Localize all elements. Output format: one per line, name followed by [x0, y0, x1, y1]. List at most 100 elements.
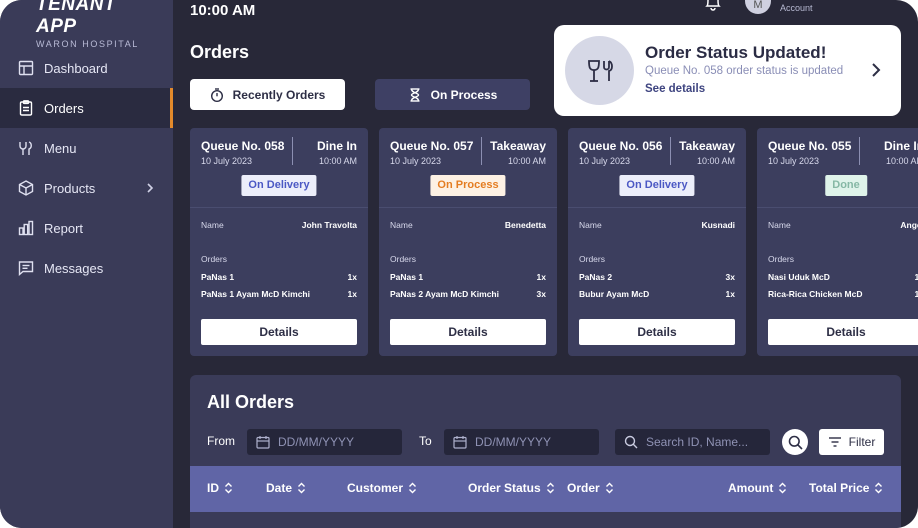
item-name: PaNas 1: [390, 272, 424, 282]
sidebar-item-dashboard[interactable]: Dashboard: [0, 48, 173, 88]
search-input[interactable]: Search ID, Name...: [615, 429, 770, 455]
tab-label: On Process: [430, 87, 498, 102]
order-item: PaNas 1 1x: [201, 272, 357, 284]
name-label: Name: [201, 220, 224, 230]
search-icon: [788, 435, 803, 450]
card-separator: [757, 207, 918, 208]
status-badge: On Process: [430, 175, 506, 196]
queue-number: Queue No. 056: [579, 139, 663, 153]
messages-icon: [18, 260, 34, 276]
see-details-link[interactable]: See details: [645, 83, 705, 95]
orders-label: Orders: [768, 254, 794, 264]
orders-icon: [18, 100, 34, 116]
sidebar-item-products[interactable]: Products: [0, 168, 173, 208]
order-item: PaNas 2 3x: [579, 272, 735, 284]
column-label: Amount: [728, 481, 774, 495]
order-item: PaNas 2 Ayam McD Kimchi 3x: [390, 289, 546, 301]
menu-icon: [18, 140, 34, 156]
dashboard-icon: [18, 60, 34, 76]
item-name: PaNas 1 Ayam McD Kimchi: [201, 289, 310, 299]
order-item: PaNas 1 1x: [390, 272, 546, 284]
orders-label: Orders: [579, 254, 605, 264]
chevron-right-icon[interactable]: [870, 62, 882, 78]
card-divider: [481, 137, 482, 165]
avatar[interactable]: M: [745, 0, 771, 14]
status-badge: Done: [825, 175, 867, 196]
sidebar-item-label: Products: [44, 180, 96, 196]
customer-name: Kusnadi: [701, 220, 735, 230]
column-header-customer[interactable]: Customer: [347, 481, 417, 495]
hourglass-icon: [410, 87, 420, 102]
order-time: 10:00 AM: [507, 156, 546, 166]
notification-message: Queue No. 058 order status is updated: [645, 65, 844, 77]
from-date-input[interactable]: DD/MM/YYYY: [247, 429, 402, 455]
chevron-down-icon[interactable]: [888, 0, 900, 4]
column-label: ID: [207, 481, 219, 495]
order-type: Dine In: [316, 139, 357, 153]
from-date-placeholder: DD/MM/YYYY: [278, 435, 355, 449]
item-name: Nasi Uduk McD: [768, 272, 830, 282]
column-header-amount[interactable]: Amount: [728, 481, 787, 495]
card-separator: [379, 207, 557, 208]
column-header-id[interactable]: ID: [207, 481, 233, 495]
bell-icon[interactable]: [704, 0, 722, 12]
sidebar-item-label: Messages: [44, 260, 104, 276]
item-qty: 1x: [725, 289, 735, 299]
clock: 10:00 AM: [190, 2, 256, 19]
sidebar-item-orders[interactable]: Orders: [0, 88, 173, 128]
order-card: Queue No. 057 10 July 2023 Takeaway 10:0…: [379, 128, 557, 356]
item-qty: 1x: [914, 289, 918, 299]
column-header-order[interactable]: Order: [567, 481, 614, 495]
sort-icon: [225, 482, 232, 494]
filter-button[interactable]: Filter: [819, 429, 884, 455]
sidebar-item-label: Dashboard: [44, 60, 108, 76]
sort-icon: [605, 482, 613, 494]
tab-recently-orders[interactable]: Recently Orders: [190, 79, 345, 110]
name-label: Name: [579, 220, 602, 230]
column-header-total-price[interactable]: Total Price: [809, 481, 883, 495]
order-item: Bubur Ayam McD 1x: [579, 289, 735, 301]
sort-icon: [546, 482, 554, 494]
from-label: From: [207, 434, 235, 448]
app-title: TENANT APP: [36, 0, 117, 37]
status-badge: On Delivery: [619, 175, 695, 196]
search-icon: [624, 435, 638, 449]
details-button[interactable]: Details: [201, 319, 357, 345]
sidebar-item-report[interactable]: Report: [0, 208, 173, 248]
queue-number: Queue No. 058: [201, 139, 285, 153]
item-name: Rica-Rica Chicken McD: [768, 289, 863, 299]
column-header-order-status[interactable]: Order Status: [468, 481, 555, 495]
order-item: Nasi Uduk McD 1x: [768, 272, 918, 284]
details-button[interactable]: Details: [579, 319, 735, 345]
sidebar-item-label: Report: [44, 220, 84, 236]
item-qty: 1x: [914, 272, 918, 282]
sidebar-item-menu[interactable]: Menu: [0, 128, 173, 168]
order-card: Queue No. 056 10 July 2023 Takeaway 10:0…: [568, 128, 746, 356]
column-label: Date: [266, 481, 293, 495]
sidebar: TENANT APP WARON HOSPITAL Dashboard Orde…: [0, 0, 173, 528]
details-button[interactable]: Details: [390, 319, 546, 345]
tab-label: Recently Orders: [232, 87, 326, 102]
customer-name: Benedetta: [504, 220, 546, 230]
item-name: PaNas 1: [201, 272, 235, 282]
details-button[interactable]: Details: [768, 319, 918, 345]
order-time: 10:00 AM: [885, 156, 918, 166]
page-title: Orders: [190, 42, 250, 62]
status-notification[interactable]: Order Status Updated! Queue No. 058 orde…: [554, 25, 901, 116]
order-item: Rica-Rica Chicken McD 1x: [768, 289, 918, 301]
tab-on-process[interactable]: On Process: [375, 79, 530, 110]
sidebar-item-label: Orders: [44, 100, 84, 116]
column-header-date[interactable]: Date: [266, 481, 306, 495]
chevron-right-icon[interactable]: [145, 181, 155, 195]
calendar-icon: [256, 436, 270, 449]
search-button[interactable]: [782, 429, 808, 455]
sidebar-item-messages[interactable]: Messages: [0, 248, 173, 288]
status-badge: On Delivery: [241, 175, 317, 196]
name-label: Name: [768, 220, 791, 230]
name-label: Name: [390, 220, 413, 230]
customer-name: John Travolta: [301, 220, 357, 230]
item-qty: 3x: [725, 272, 735, 282]
to-date-input[interactable]: DD/MM/YYYY: [444, 429, 599, 455]
order-date: 10 July 2023: [201, 156, 253, 166]
dining-icon: [565, 36, 634, 105]
